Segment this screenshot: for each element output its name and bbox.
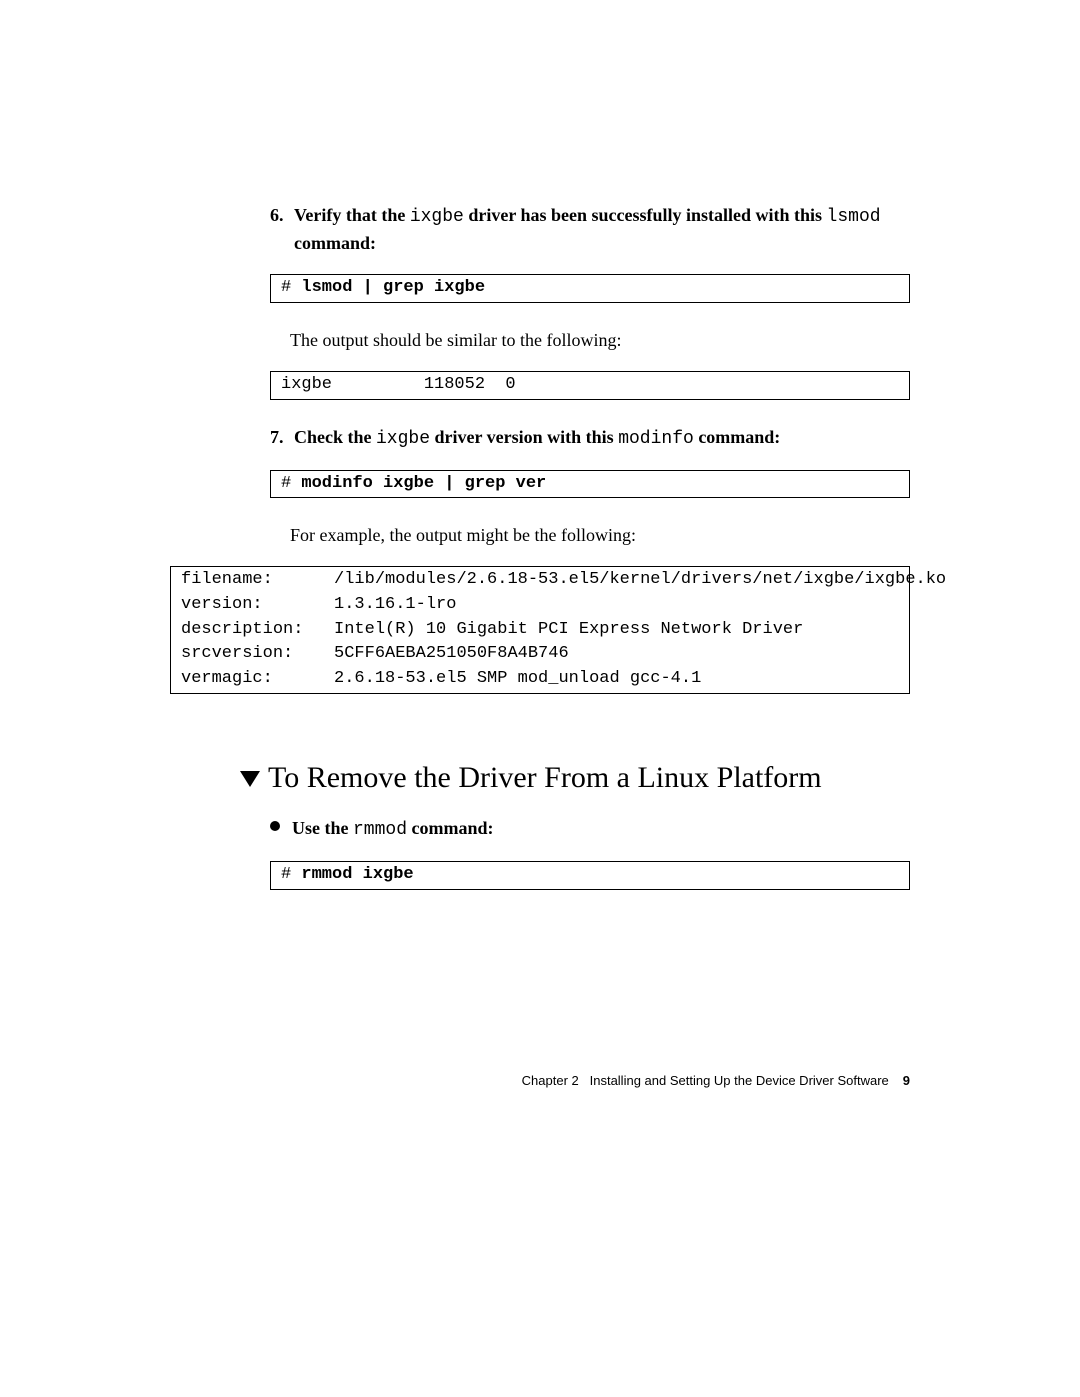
code-lsmod-command: lsmod | grep ixgbe xyxy=(301,278,485,297)
code-box-rmmod: # rmmod ixgbe xyxy=(270,861,910,890)
rmmod-region: # rmmod ixgbe xyxy=(270,861,910,890)
page-content: Verify that the ixgbe driver has been su… xyxy=(170,190,910,914)
step-7: Check the ixgbe driver version with this… xyxy=(270,424,910,452)
code-lsmod-output: ixgbe 118052 0 xyxy=(281,375,516,394)
step-7-cmd: modinfo xyxy=(618,429,694,449)
step-6-text-mid: driver has been successfully installed w… xyxy=(464,205,827,225)
step-7-driver: ixgbe xyxy=(376,429,430,449)
footer-title: Installing and Setting Up the Device Dri… xyxy=(590,1073,889,1088)
step-list-2: Check the ixgbe driver version with this… xyxy=(270,424,910,452)
code-box-lsmod-output: ixgbe 118052 0 xyxy=(270,371,910,400)
page-footer: Chapter 2 Installing and Setting Up the … xyxy=(170,1072,910,1091)
section-heading: To Remove the Driver From a Linux Platfo… xyxy=(240,756,910,800)
bullet-list: Use the rmmod command: xyxy=(270,815,910,843)
step-7-text-post: command: xyxy=(694,427,781,447)
bullet-cmd: rmmod xyxy=(353,820,407,840)
step-7-text-pre: Check the xyxy=(294,427,376,447)
step-list-region: Verify that the ixgbe driver has been su… xyxy=(270,202,910,694)
body-after-modinfo: For example, the output might be the fol… xyxy=(290,522,910,548)
step-list: Verify that the ixgbe driver has been su… xyxy=(270,202,910,256)
bullet-rmmod: Use the rmmod command: xyxy=(270,815,910,843)
footer-page: 9 xyxy=(903,1073,910,1088)
code-box-lsmod: # lsmod | grep ixgbe xyxy=(270,274,910,303)
code-rmmod-prompt: # xyxy=(281,865,301,884)
code-rmmod-command: rmmod ixgbe xyxy=(301,865,413,884)
code-box-modinfo: # modinfo ixgbe | grep ver xyxy=(270,470,910,499)
step-6: Verify that the ixgbe driver has been su… xyxy=(270,202,910,256)
code-lsmod-prompt: # xyxy=(281,278,301,297)
section-heading-text: To Remove the Driver From a Linux Platfo… xyxy=(268,761,822,794)
code-modinfo-output: filename: /lib/modules/2.6.18-53.el5/ker… xyxy=(181,570,946,688)
triangle-icon xyxy=(240,771,260,787)
bullet-pre: Use the xyxy=(292,818,353,838)
footer-chapter: Chapter 2 xyxy=(522,1073,579,1088)
step-6-text-post: command: xyxy=(294,233,376,253)
step-7-text-mid: driver version with this xyxy=(430,427,618,447)
step-6-text-pre: Verify that the xyxy=(294,205,410,225)
body-after-lsmod: The output should be similar to the foll… xyxy=(290,327,910,353)
code-modinfo-prompt: # xyxy=(281,474,301,493)
step-6-cmd: lsmod xyxy=(827,207,881,227)
step-6-driver: ixgbe xyxy=(410,207,464,227)
code-modinfo-command: modinfo ixgbe | grep ver xyxy=(301,474,546,493)
code-box-modinfo-output: filename: /lib/modules/2.6.18-53.el5/ker… xyxy=(170,566,910,693)
bullet-post: command: xyxy=(407,818,494,838)
